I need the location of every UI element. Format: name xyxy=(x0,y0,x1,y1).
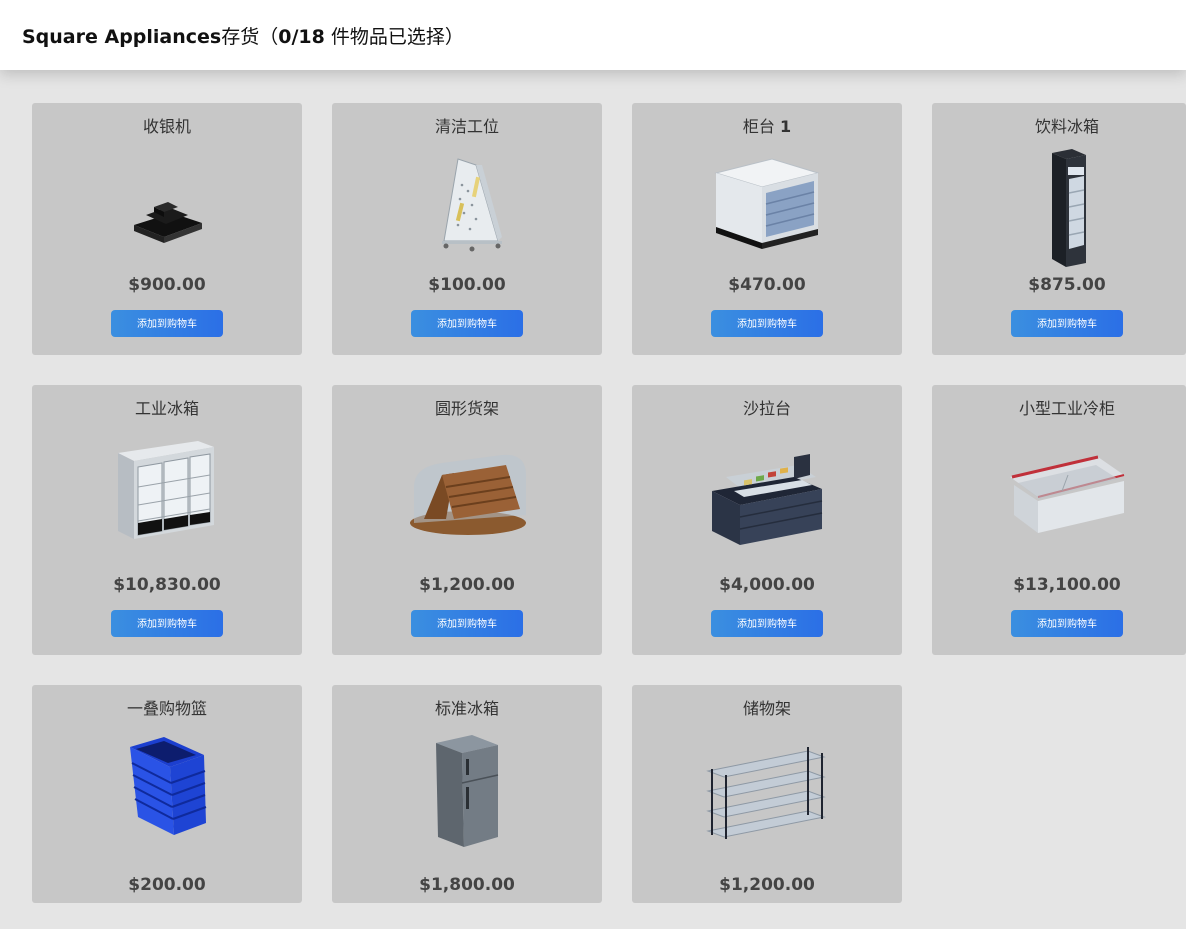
item-name: 工业冰箱 xyxy=(134,399,199,418)
standard-fridge-icon xyxy=(402,727,532,857)
add-to-cart-button[interactable]: 添加到购物车 xyxy=(411,310,523,337)
add-to-cart-button[interactable]: 添加到购物车 xyxy=(411,610,523,637)
add-to-cart-button[interactable]: 添加到购物车 xyxy=(1011,610,1123,637)
item-name: 圆形货架 xyxy=(434,399,499,418)
item-name: 柜台 1 xyxy=(742,117,792,136)
selection-count: 0/18 xyxy=(278,26,325,48)
item-card: 沙拉台 $4,000.00 添加到购物车 xyxy=(632,385,902,655)
small-freezer-icon xyxy=(1002,427,1132,557)
item-name: 小型工业冷柜 xyxy=(1018,399,1115,418)
item-name: 收银机 xyxy=(142,117,191,136)
cleaning-station-icon xyxy=(402,145,532,275)
item-card: 标准冰箱 $1,800.00 xyxy=(332,685,602,903)
add-to-cart-button[interactable]: 添加到购物车 xyxy=(711,610,823,637)
basket-stack-icon xyxy=(102,727,232,857)
item-price: $1,200.00 xyxy=(719,875,815,895)
item-name: 饮料冰箱 xyxy=(1034,117,1099,136)
add-to-cart-button[interactable]: 添加到购物车 xyxy=(111,310,223,337)
item-name: 储物架 xyxy=(742,699,791,718)
item-name: 清洁工位 xyxy=(434,117,499,136)
item-price: $13,100.00 xyxy=(1013,575,1121,595)
item-card: 一叠购物篮 $200.00 xyxy=(32,685,302,903)
add-to-cart-button[interactable]: 添加到购物车 xyxy=(1011,310,1123,337)
item-price: $10,830.00 xyxy=(113,575,221,595)
item-card: 圆形货架 $1,200.00 添加到购物车 xyxy=(332,385,602,655)
item-card: 清洁工位 $100.00 添加到购物车 xyxy=(332,103,602,355)
item-price: $4,000.00 xyxy=(719,575,815,595)
item-price: $470.00 xyxy=(728,275,806,295)
counter-icon xyxy=(702,145,832,275)
item-grid: 收银机 $900.00 添加到购物车 清洁工位 $100.00 添加到购物车 柜… xyxy=(0,0,1186,929)
header-bar: Square Appliances存货（0/18 件物品已选择） xyxy=(0,0,1186,70)
item-card: 小型工业冷柜 $13,100.00 添加到购物车 xyxy=(932,385,1186,655)
item-price: $900.00 xyxy=(128,275,206,295)
item-card: 储物架 $1,200.00 xyxy=(632,685,902,903)
store-name: Square Appliances xyxy=(22,26,222,48)
item-price: $1,800.00 xyxy=(419,875,515,895)
item-card: 收银机 $900.00 添加到购物车 xyxy=(32,103,302,355)
industrial-fridge-icon xyxy=(102,427,232,557)
item-price: $1,200.00 xyxy=(419,575,515,595)
item-card: 柜台 1 $470.00 添加到购物车 xyxy=(632,103,902,355)
add-to-cart-button[interactable]: 添加到购物车 xyxy=(711,310,823,337)
page-title: Square Appliances存货（0/18 件物品已选择） xyxy=(22,22,464,49)
item-price: $200.00 xyxy=(128,875,206,895)
storage-rack-icon xyxy=(702,727,832,857)
item-card: 工业冰箱 $10,830.00 添加到购物车 xyxy=(32,385,302,655)
item-name: 沙拉台 xyxy=(742,399,791,418)
cash-register-icon xyxy=(102,145,232,275)
round-shelf-icon xyxy=(402,427,532,557)
item-price: $875.00 xyxy=(1028,275,1106,295)
item-name: 一叠购物篮 xyxy=(126,699,207,718)
item-card: 饮料冰箱 $875.00 添加到购物车 xyxy=(932,103,1186,355)
drink-fridge-icon xyxy=(1002,145,1132,275)
add-to-cart-button[interactable]: 添加到购物车 xyxy=(111,610,223,637)
item-price: $100.00 xyxy=(428,275,506,295)
selection-suffix: 件物品已选择） xyxy=(324,26,464,48)
salad-bar-icon xyxy=(702,427,832,557)
item-name: 标准冰箱 xyxy=(434,699,499,718)
title-suffix: 存货（ xyxy=(221,26,279,48)
